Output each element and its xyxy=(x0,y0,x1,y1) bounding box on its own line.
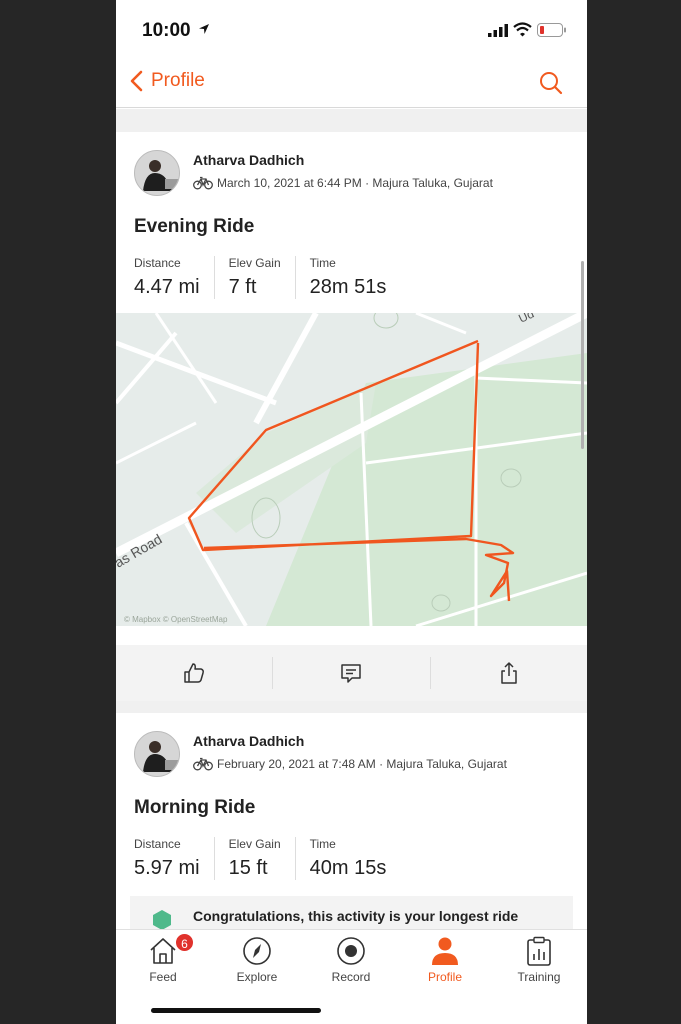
achievement-text: Congratulations, this activity is your l… xyxy=(193,908,519,924)
tab-icon-wrap xyxy=(398,934,492,968)
stat-value: 40m 15s xyxy=(309,857,387,879)
tab-label: Training xyxy=(517,970,561,984)
search-icon[interactable] xyxy=(539,71,563,95)
wifi-icon xyxy=(513,22,532,37)
compass-icon xyxy=(243,937,271,965)
athlete-name[interactable]: Atharva Dadhich xyxy=(193,733,304,749)
activity-stats: Distance 5.97 mi Elev Gain 15 ft Time 40… xyxy=(134,837,414,880)
athlete-name[interactable]: Atharva Dadhich xyxy=(193,152,304,168)
tab-icon-wrap xyxy=(210,934,304,968)
map-canvas: as Road Ud © Mapbox © OpenStreetMap xyxy=(116,313,587,626)
tab-icon-wrap xyxy=(492,934,586,968)
stat-distance: Distance 4.47 mi xyxy=(134,256,215,299)
avatar[interactable] xyxy=(134,150,180,196)
tab-feed[interactable]: 6 Feed xyxy=(116,930,210,992)
athlete-photo-icon xyxy=(135,732,179,776)
status-bar: 10:00 xyxy=(116,0,587,60)
thumbs-up-icon xyxy=(184,663,205,683)
activity-actions xyxy=(116,645,587,701)
status-time: 10:00 xyxy=(142,20,191,41)
stat-label: Time xyxy=(309,256,336,270)
bike-icon xyxy=(193,176,213,190)
stat-elev-gain: Elev Gain 7 ft xyxy=(229,256,296,299)
activity-title[interactable]: Morning Ride xyxy=(134,797,255,819)
stat-label: Elev Gain xyxy=(228,256,281,270)
cellular-signal-icon xyxy=(488,24,508,37)
stat-time: Time 28m 51s xyxy=(310,256,401,299)
home-indicator[interactable] xyxy=(151,1008,321,1013)
tab-record[interactable]: Record xyxy=(304,930,398,992)
comment-icon xyxy=(341,664,362,683)
tab-profile[interactable]: Profile xyxy=(398,930,492,992)
tab-label: Profile xyxy=(427,970,462,984)
scrollbar[interactable] xyxy=(581,261,584,449)
activity-title[interactable]: Evening Ride xyxy=(134,216,254,238)
tab-label: Explore xyxy=(236,970,278,984)
stat-label: Time xyxy=(309,837,336,851)
stat-distance: Distance 5.97 mi xyxy=(134,837,215,880)
kudos-button[interactable] xyxy=(116,657,274,689)
tab-icon-wrap xyxy=(304,934,398,968)
stat-label: Elev Gain xyxy=(228,837,281,851)
activity-meta: March 10, 2021 at 6:44 PM · Majura Taluk… xyxy=(193,176,493,190)
activity-date-location: February 20, 2021 at 7:48 AM · Majura Ta… xyxy=(217,757,507,771)
share-icon xyxy=(501,662,517,684)
activity-stats: Distance 4.47 mi Elev Gain 7 ft Time 28m… xyxy=(134,256,414,299)
battery-low-icon xyxy=(537,23,566,37)
back-button[interactable]: Profile xyxy=(130,70,205,92)
tab-explore[interactable]: Explore xyxy=(210,930,304,992)
stat-label: Distance xyxy=(134,256,181,270)
share-button[interactable] xyxy=(431,657,587,689)
notification-badge: 6 xyxy=(174,932,195,953)
back-label: Profile xyxy=(151,70,205,91)
location-arrow-icon xyxy=(199,24,209,34)
activity-card[interactable]: Atharva Dadhich March 10, 2021 at 6:44 P… xyxy=(116,132,587,701)
activity-meta: February 20, 2021 at 7:48 AM · Majura Ta… xyxy=(193,757,507,771)
stat-time: Time 40m 15s xyxy=(310,837,401,880)
profile-person-icon xyxy=(432,937,458,965)
achievement-banner[interactable]: Congratulations, this activity is your l… xyxy=(130,896,573,929)
activity-feed[interactable]: Atharva Dadhich March 10, 2021 at 6:44 P… xyxy=(116,109,587,929)
activity-card[interactable]: Atharva Dadhich February 20, 2021 at 7:4… xyxy=(116,713,587,929)
comment-button[interactable] xyxy=(273,657,431,689)
achievement-badge-icon xyxy=(153,910,171,929)
activity-date-location: March 10, 2021 at 6:44 PM · Majura Taluk… xyxy=(217,176,493,190)
clipboard-chart-icon xyxy=(527,936,551,966)
tab-label: Feed xyxy=(149,970,177,984)
athlete-photo-icon xyxy=(135,151,179,195)
route-map[interactable]: as Road Ud © Mapbox © OpenStreetMap xyxy=(116,313,587,626)
stat-value: 5.97 mi xyxy=(134,857,200,879)
stat-elev-gain: Elev Gain 15 ft xyxy=(229,837,296,880)
bike-icon xyxy=(193,757,213,771)
record-icon xyxy=(337,937,365,965)
stat-label: Distance xyxy=(134,837,181,851)
tab-label: Record xyxy=(331,970,371,984)
nav-bar: Profile xyxy=(116,60,587,108)
tab-icon-wrap xyxy=(116,934,210,968)
stat-value: 28m 51s xyxy=(309,276,387,298)
tab-training[interactable]: Training xyxy=(492,930,586,992)
stat-value: 7 ft xyxy=(228,276,257,298)
stat-value: 15 ft xyxy=(228,857,268,879)
phone-screen: 10:00 Profile Atharva Dadhich March 10, … xyxy=(116,0,587,1024)
map-attribution: © Mapbox © OpenStreetMap xyxy=(124,615,228,624)
avatar[interactable] xyxy=(134,731,180,777)
chevron-left-icon xyxy=(130,70,143,92)
stat-value: 4.47 mi xyxy=(134,276,200,298)
